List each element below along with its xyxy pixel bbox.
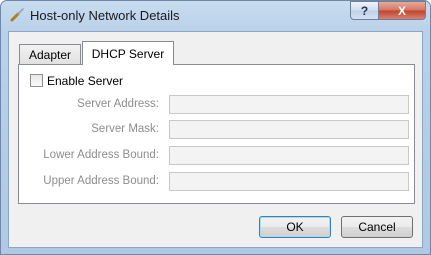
enable-server-checkbox[interactable]: [30, 74, 43, 87]
ok-button[interactable]: OK: [259, 216, 331, 238]
title-bar[interactable]: Host-only Network Details ? X: [1, 1, 430, 31]
server-address-field[interactable]: [169, 95, 409, 114]
close-icon: X: [397, 3, 406, 18]
enable-server-label[interactable]: Enable Server: [47, 74, 123, 88]
help-button[interactable]: ?: [350, 1, 379, 20]
lower-address-bound-field[interactable]: [169, 146, 409, 165]
server-address-label: Server Address:: [77, 98, 159, 110]
server-mask-label: Server Mask:: [91, 123, 159, 135]
tab-dhcp-server[interactable]: DHCP Server: [82, 41, 174, 65]
upper-address-bound-field[interactable]: [169, 172, 409, 191]
server-mask-field[interactable]: [169, 120, 409, 139]
help-icon: ?: [360, 3, 369, 18]
lower-address-bound-label: Lower Address Bound:: [43, 149, 159, 161]
window-title: Host-only Network Details: [30, 8, 180, 23]
close-button[interactable]: X: [378, 1, 426, 20]
screwdriver-icon: [10, 8, 24, 22]
cancel-button[interactable]: Cancel: [341, 216, 413, 238]
tab-adapter[interactable]: Adapter: [19, 44, 81, 64]
dialog-body: Adapter DHCP Server Enable Server Server…: [8, 31, 423, 248]
dialog-window: Host-only Network Details ? X Adapter DH…: [0, 0, 431, 255]
upper-address-bound-label: Upper Address Bound:: [43, 175, 159, 187]
dhcp-server-panel: Enable Server Server Address: Server Mas…: [18, 64, 415, 204]
